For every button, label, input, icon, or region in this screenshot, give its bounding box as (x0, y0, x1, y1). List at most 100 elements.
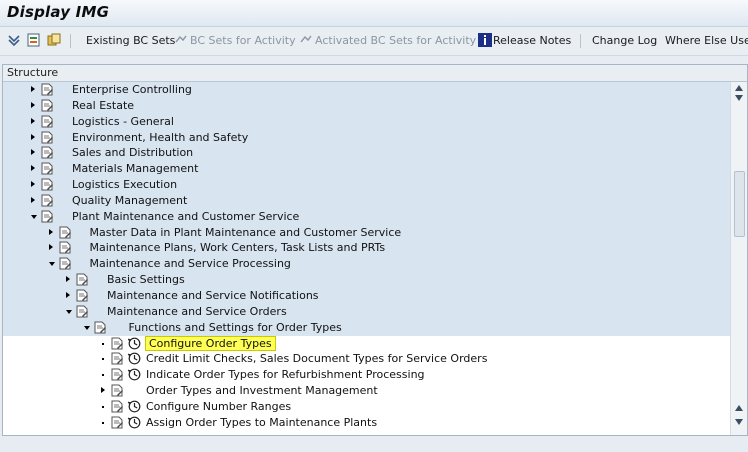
expand-subtree-icon[interactable] (7, 33, 21, 47)
tree-node[interactable]: Maintenance and Service Processing (3, 256, 730, 273)
tree-node-label[interactable]: Plant Maintenance and Customer Service (72, 210, 299, 223)
tree-node[interactable]: Configure Number Ranges (3, 399, 730, 415)
tree-node[interactable]: Configure Order Types (3, 335, 730, 352)
tree-node[interactable]: Quality Management (3, 192, 730, 209)
scroll-down-icon[interactable] (734, 94, 744, 102)
tree-node-label[interactable]: Assign Order Types to Maintenance Plants (146, 416, 377, 429)
expand-node-icon[interactable] (101, 387, 105, 394)
expand-node-icon[interactable] (31, 133, 35, 140)
tree-node-label[interactable]: Configure Order Types (145, 335, 276, 351)
execute-activity-icon[interactable] (128, 400, 141, 413)
documentation-icon[interactable] (111, 368, 124, 381)
documentation-icon[interactable] (111, 337, 124, 350)
documentation-icon[interactable] (41, 162, 54, 175)
tree-node-label[interactable]: Maintenance and Service Orders (107, 305, 287, 318)
collapse-node-icon[interactable] (48, 262, 55, 267)
activated-bc-sets-for-activity-button[interactable]: Activated BC Sets for Activity (315, 34, 476, 47)
tree-node-label[interactable]: Indicate Order Types for Refurbishment P… (146, 368, 425, 381)
expand-node-icon[interactable] (31, 149, 35, 156)
documentation-icon[interactable] (41, 146, 54, 159)
tree-node[interactable]: Real Estate (3, 97, 730, 114)
documentation-icon[interactable] (41, 99, 54, 112)
documentation-icon[interactable] (111, 416, 124, 429)
expand-node-icon[interactable] (48, 228, 53, 235)
set-flag-icon[interactable] (47, 33, 61, 47)
tree-node[interactable]: Sales and Distribution (3, 145, 730, 162)
documentation-icon[interactable] (41, 210, 54, 223)
existing-bc-sets-button[interactable]: Existing BC Sets (86, 34, 175, 47)
tree-node-label[interactable]: Credit Limit Checks, Sales Document Type… (146, 352, 487, 365)
documentation-icon[interactable] (94, 321, 107, 334)
tree-node[interactable]: Logistics - General (3, 113, 730, 130)
where-else-used-button[interactable]: Where Else Used (665, 34, 748, 47)
scroll-up-icon[interactable] (734, 404, 744, 412)
tree-node[interactable]: Functions and Settings for Order Types (3, 319, 730, 336)
bc-sets-for-activity-button[interactable]: BC Sets for Activity (190, 34, 296, 47)
documentation-icon[interactable] (41, 115, 54, 128)
tree-node-label[interactable]: Quality Management (72, 194, 187, 207)
tree-node[interactable]: Order Types and Investment Management (3, 383, 730, 399)
tree-node-label[interactable]: Maintenance Plans, Work Centers, Task Li… (90, 241, 386, 254)
documentation-icon[interactable] (59, 241, 72, 254)
expand-node-icon[interactable] (31, 181, 35, 188)
tree-node-label[interactable]: Logistics - General (72, 115, 174, 128)
expand-node-icon[interactable] (31, 101, 35, 108)
tree-node-label[interactable]: Enterprise Controlling (72, 83, 192, 96)
expand-node-icon[interactable] (66, 291, 70, 298)
documentation-icon[interactable] (41, 83, 54, 96)
tree-node[interactable]: Enterprise Controlling (3, 82, 730, 98)
documentation-icon[interactable] (41, 178, 54, 191)
documentation-icon[interactable] (59, 257, 72, 270)
tree-node-label[interactable]: Logistics Execution (72, 178, 177, 191)
vertical-scrollbar[interactable] (730, 82, 747, 435)
tree-node-label[interactable]: Functions and Settings for Order Types (129, 321, 342, 334)
collapse-node-icon[interactable] (31, 214, 37, 219)
tree-node-label[interactable]: Sales and Distribution (72, 146, 193, 159)
tree-node[interactable]: Maintenance and Service Notifications (3, 287, 730, 304)
expand-node-icon[interactable] (31, 196, 35, 203)
execute-activity-icon[interactable] (128, 352, 141, 365)
tree-node[interactable]: Environment, Health and Safety (3, 129, 730, 146)
tree-node-label[interactable]: Environment, Health and Safety (72, 131, 248, 144)
where-used-list-icon[interactable] (27, 33, 41, 47)
tree-node-label[interactable]: Configure Number Ranges (146, 400, 291, 413)
tree-node[interactable]: Logistics Execution (3, 177, 730, 193)
tree-node-label[interactable]: Basic Settings (107, 273, 185, 286)
tree-node-label[interactable]: Materials Management (72, 162, 198, 175)
execute-activity-icon[interactable] (128, 416, 141, 429)
documentation-icon[interactable] (41, 131, 54, 144)
collapse-node-icon[interactable] (83, 325, 90, 330)
documentation-icon[interactable] (76, 289, 89, 302)
expand-node-icon[interactable] (31, 117, 35, 124)
change-log-button[interactable]: Change Log (592, 34, 657, 47)
tree-node[interactable]: Credit Limit Checks, Sales Document Type… (3, 351, 730, 367)
tree-node[interactable]: Plant Maintenance and Customer Service (3, 208, 730, 225)
documentation-icon[interactable] (76, 305, 89, 318)
release-notes-button[interactable]: Release Notes (493, 34, 571, 47)
documentation-icon[interactable] (111, 384, 124, 397)
documentation-icon[interactable] (111, 352, 124, 365)
collapse-node-icon[interactable] (66, 309, 72, 314)
expand-node-icon[interactable] (66, 276, 70, 283)
tree-node-label[interactable]: Maintenance and Service Notifications (107, 289, 319, 302)
execute-activity-icon[interactable] (128, 368, 141, 381)
scroll-down-icon[interactable] (734, 418, 744, 426)
tree-node[interactable]: Maintenance and Service Orders (3, 303, 730, 320)
scroll-up-icon[interactable] (734, 84, 744, 92)
expand-node-icon[interactable] (31, 165, 35, 172)
execute-activity-icon[interactable] (128, 337, 141, 350)
tree-node[interactable]: Indicate Order Types for Refurbishment P… (3, 367, 730, 383)
documentation-icon[interactable] (41, 194, 54, 207)
tree-node-label[interactable]: Real Estate (72, 99, 134, 112)
scrollbar-thumb[interactable] (734, 171, 745, 237)
documentation-icon[interactable] (111, 400, 124, 413)
tree-node[interactable]: Master Data in Plant Maintenance and Cus… (3, 224, 730, 241)
tree-node-label[interactable]: Maintenance and Service Processing (90, 257, 291, 270)
documentation-icon[interactable] (59, 226, 72, 239)
tree-node[interactable]: Basic Settings (3, 272, 730, 288)
tree-node[interactable]: Maintenance Plans, Work Centers, Task Li… (3, 240, 730, 257)
expand-node-icon[interactable] (48, 244, 53, 251)
tree-node-label[interactable]: Order Types and Investment Management (146, 384, 378, 397)
documentation-icon[interactable] (76, 273, 89, 286)
tree-node[interactable]: Materials Management (3, 161, 730, 178)
